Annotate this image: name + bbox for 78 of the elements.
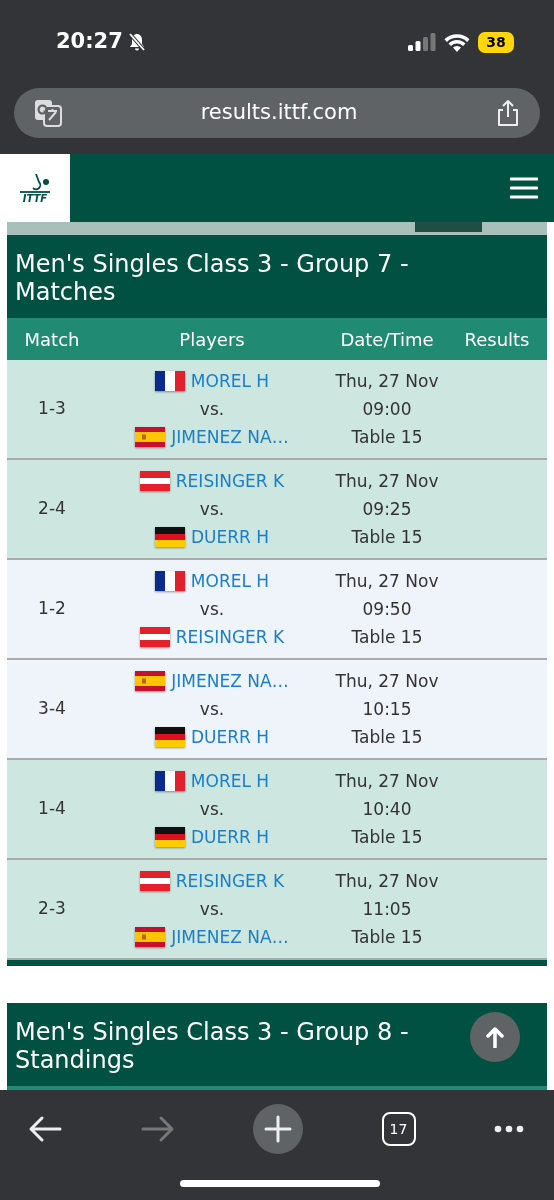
player-link[interactable]: MOREL H bbox=[190, 767, 270, 795]
versus-text: vs. bbox=[199, 798, 225, 821]
share-icon[interactable] bbox=[496, 99, 520, 127]
muted-bell-icon bbox=[126, 32, 147, 52]
section-title: Men's Singles Class 3 - Group 8 - Standings bbox=[7, 1003, 547, 1086]
flag-icon bbox=[139, 871, 170, 891]
versus-text: vs. bbox=[199, 398, 225, 421]
flag-icon bbox=[154, 827, 185, 847]
match-date: Thu, 27 Nov bbox=[335, 670, 439, 693]
player-link[interactable]: MOREL H bbox=[190, 367, 270, 395]
match-number: 2-3 bbox=[37, 897, 67, 921]
match-number: 2-4 bbox=[37, 497, 67, 521]
player-link[interactable]: JIMENEZ NA… bbox=[171, 667, 289, 695]
url-text[interactable]: results.ittf.com bbox=[200, 100, 358, 125]
match-time: 09:00 bbox=[362, 398, 412, 421]
column-header: Date/Time bbox=[339, 327, 435, 352]
match-time: 09:25 bbox=[362, 498, 412, 521]
player-link[interactable]: REISINGER K bbox=[175, 623, 285, 651]
table-number: Table 15 bbox=[351, 726, 423, 749]
flag-icon bbox=[154, 527, 185, 547]
player-link[interactable]: REISINGER K bbox=[175, 867, 285, 895]
match-date: Thu, 27 Nov bbox=[335, 470, 439, 493]
match-number: 3-4 bbox=[37, 697, 67, 721]
table-number: Table 15 bbox=[351, 426, 423, 449]
wifi-icon bbox=[444, 32, 470, 52]
flag-icon bbox=[135, 427, 166, 447]
tab-count-button[interactable]: 17 bbox=[381, 1112, 416, 1146]
table-number: Table 15 bbox=[351, 526, 423, 549]
table-number: Table 15 bbox=[351, 826, 423, 849]
match-time: 09:50 bbox=[362, 598, 412, 621]
player-link[interactable]: JIMENEZ NA… bbox=[171, 923, 289, 951]
versus-text: vs. bbox=[199, 498, 225, 521]
column-header: Players bbox=[178, 327, 246, 352]
match-time: 11:05 bbox=[362, 898, 412, 921]
player-link[interactable]: JIMENEZ NA… bbox=[171, 423, 289, 451]
menu-icon[interactable] bbox=[510, 177, 538, 199]
match-time: 10:40 bbox=[362, 798, 412, 821]
match-date: Thu, 27 Nov bbox=[335, 570, 439, 593]
player-link[interactable]: REISINGER K bbox=[175, 467, 285, 495]
player-link[interactable]: MOREL H bbox=[190, 567, 270, 595]
player-link[interactable]: DUERR H bbox=[190, 723, 270, 751]
player-link[interactable]: DUERR H bbox=[190, 823, 270, 851]
match-date: Thu, 27 Nov bbox=[335, 370, 439, 393]
flag-icon bbox=[139, 471, 170, 491]
flag-icon bbox=[139, 627, 170, 647]
match-number: 1-3 bbox=[37, 397, 67, 421]
flag-icon bbox=[154, 771, 185, 791]
player-link[interactable]: DUERR H bbox=[190, 523, 270, 551]
versus-text: vs. bbox=[199, 898, 225, 921]
section-title: Men's Singles Class 3 - Group 7 - Matches bbox=[7, 235, 547, 318]
flag-icon bbox=[154, 571, 185, 591]
table-number: Table 15 bbox=[351, 626, 423, 649]
back-arrow-icon[interactable] bbox=[28, 1115, 62, 1143]
match-date: Thu, 27 Nov bbox=[335, 870, 439, 893]
table-number: Table 15 bbox=[351, 926, 423, 949]
match-date: Thu, 27 Nov bbox=[335, 770, 439, 793]
up-arrow-icon bbox=[485, 1026, 505, 1048]
versus-text: vs. bbox=[199, 598, 225, 621]
plus-icon bbox=[264, 1115, 292, 1143]
new-tab-button[interactable] bbox=[253, 1104, 303, 1154]
battery-level: 38 bbox=[478, 31, 514, 53]
logo-text: ITTF bbox=[22, 194, 48, 204]
column-header: Match bbox=[23, 327, 81, 352]
flag-icon bbox=[154, 371, 185, 391]
flag-icon bbox=[135, 671, 166, 691]
status-time: 20:27 bbox=[56, 28, 123, 56]
logo[interactable]: ITTF bbox=[0, 154, 70, 222]
match-time: 10:15 bbox=[362, 698, 412, 721]
player-drawing bbox=[18, 172, 52, 194]
signal-icon bbox=[408, 33, 436, 51]
match-number: 1-2 bbox=[37, 597, 67, 621]
flag-icon bbox=[135, 927, 166, 947]
match-number: 1-4 bbox=[37, 797, 67, 821]
column-header: Results bbox=[463, 327, 531, 352]
more-icon[interactable] bbox=[494, 1125, 524, 1133]
translate-icon[interactable] bbox=[34, 99, 62, 127]
versus-text: vs. bbox=[199, 698, 225, 721]
flag-icon bbox=[154, 727, 185, 747]
